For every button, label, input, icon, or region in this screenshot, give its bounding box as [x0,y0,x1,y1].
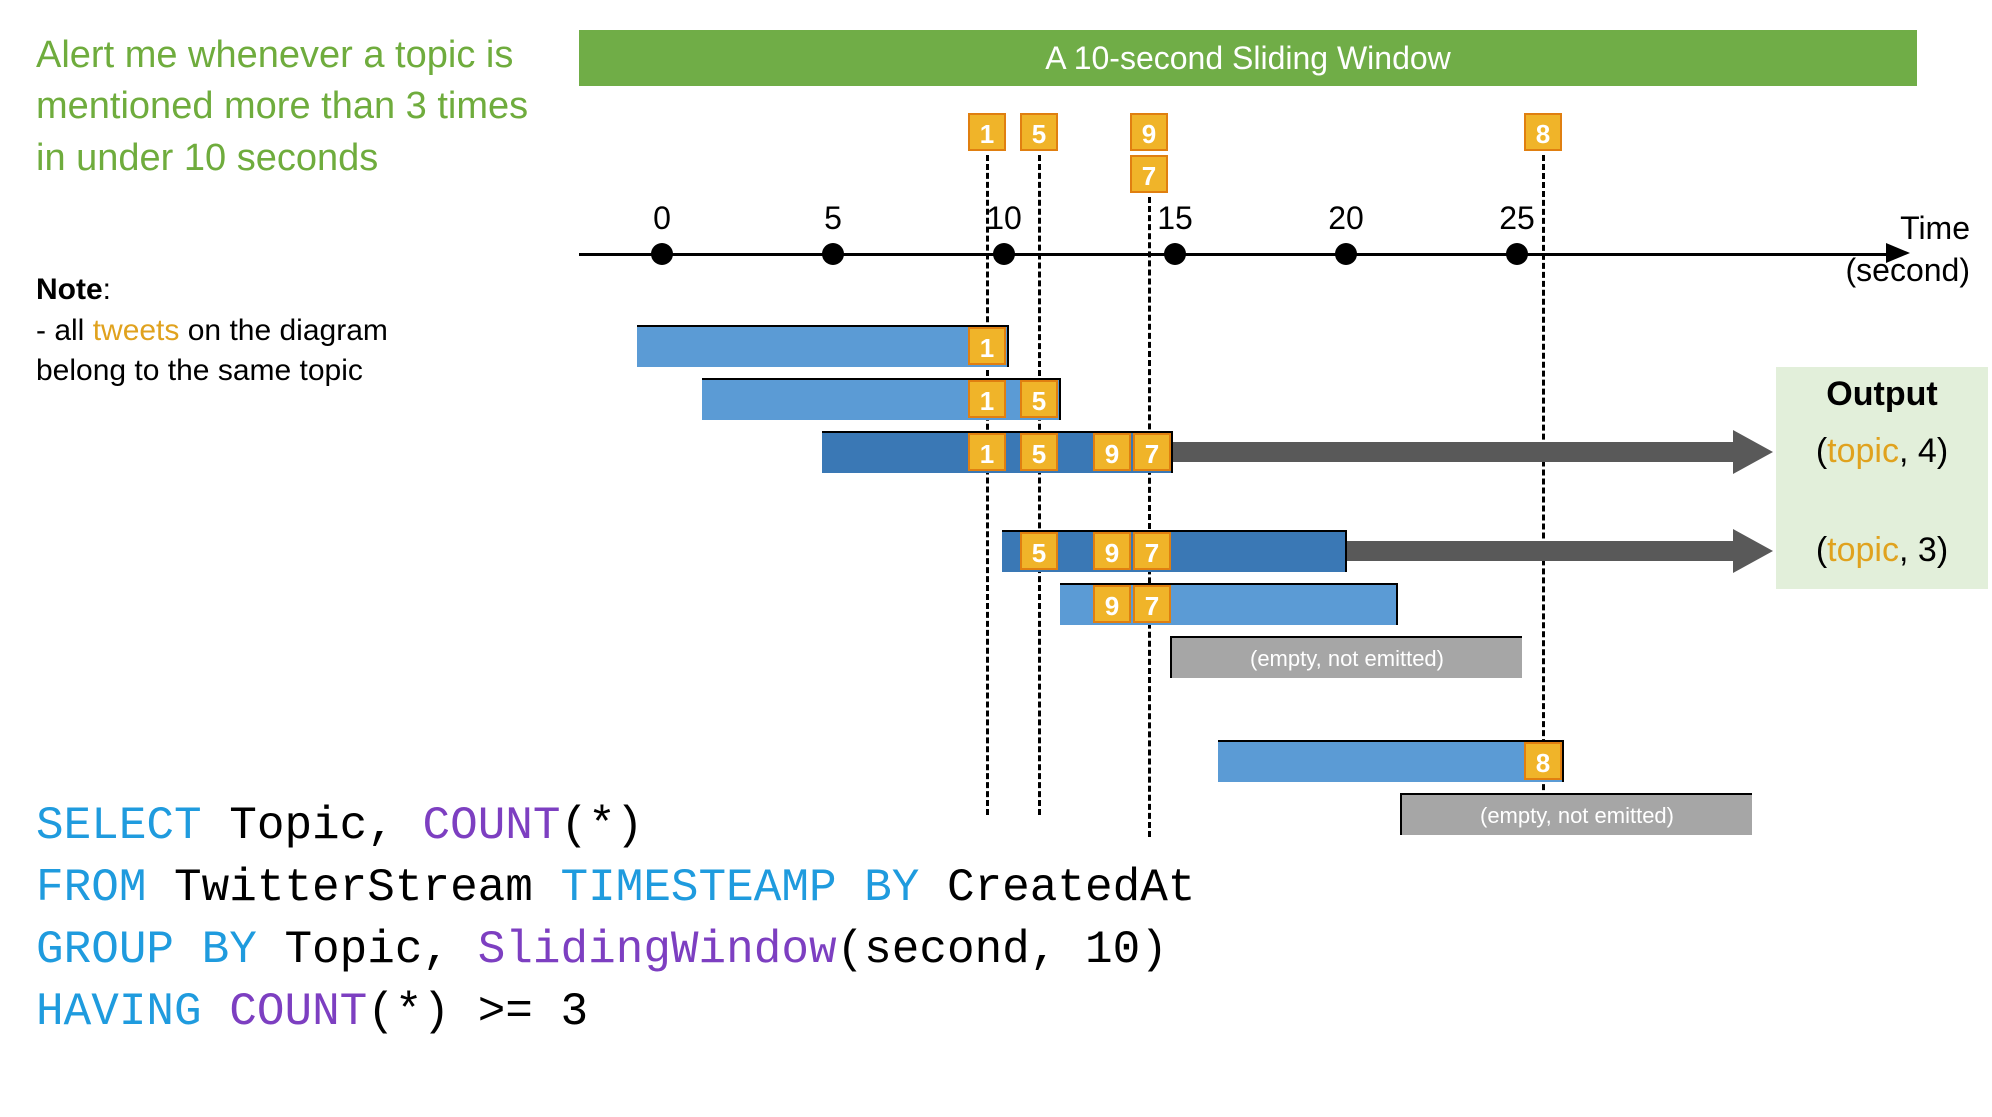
window-title-bar: A 10-second Sliding Window [579,30,1917,86]
tick-label-10: 10 [986,200,1022,237]
event-marker-9: 9 [1130,113,1168,151]
window3-cell-0: 1 [968,433,1006,471]
output-row-1-topic: topic [1827,432,1899,470]
window2-cell-0: 1 [968,380,1006,418]
window-bar-1 [637,325,1009,367]
window5-cell-1: 7 [1133,585,1171,623]
window-bar-7 [1218,740,1564,782]
window-bar-2 [702,378,1061,420]
output-arrow-1-head [1733,430,1773,474]
output-arrow-2-head [1733,529,1773,573]
note-colon: : [103,273,111,306]
output-row-2: (topic, 3) [1776,531,1988,570]
output-row-1: (topic, 4) [1776,432,1988,471]
tick-dot-0 [651,243,673,265]
note-label: Note [36,273,103,306]
tick-label-15: 15 [1157,200,1193,237]
time-axis-line [579,253,1889,256]
event-marker-5: 5 [1020,113,1058,151]
sql-having-kw: HAVING [36,986,202,1038]
sql-having-sp [202,986,230,1038]
guide-line-e5 [1038,155,1041,815]
window3-cell-3: 7 [1133,433,1171,471]
note-line2: belong to the same topic [36,354,363,387]
tick-dot-10 [993,243,1015,265]
time-axis-word: Time [1790,210,1970,247]
window7-cell-0: 8 [1524,742,1562,780]
sql-groupby-topic: Topic, [257,924,478,976]
sql-slidingwindow-args: (second, 10) [837,924,1168,976]
window3-cell-2: 9 [1093,433,1131,471]
sql-select-kw: SELECT [36,800,202,852]
window4-cell-2: 7 [1133,532,1171,570]
sql-count-args-1: (*) [561,800,644,852]
output-arrow-2-body [1347,541,1733,561]
sql-timestamp-col: CreatedAt [919,862,1195,914]
note-tweets-word: tweets [93,314,180,347]
tick-dot-25 [1506,243,1528,265]
time-axis-unit: (second) [1790,252,1970,289]
guide-line-e1 [986,155,989,815]
window-bar-6-empty: (empty, not emitted) [1170,636,1522,678]
output-row-1-count: 4 [1918,432,1937,470]
sql-count-kw-1: COUNT [422,800,560,852]
window3-cell-1: 5 [1020,433,1058,471]
note-line1-prefix: - all [36,314,93,347]
output-header: Output [1776,375,1988,414]
tick-label-5: 5 [824,200,842,237]
sql-select-topic: Topic, [202,800,423,852]
event-marker-8: 8 [1524,113,1562,151]
sql-slidingwindow-fn: SlidingWindow [478,924,837,976]
window2-cell-1: 5 [1020,380,1058,418]
output-arrow-1-body [1173,442,1733,462]
tick-dot-20 [1335,243,1357,265]
event-marker-1: 1 [968,113,1006,151]
tick-dot-15 [1164,243,1186,265]
sql-timestamp-kw: TIMESTEAMP BY [561,862,920,914]
guide-line-e8 [1542,155,1545,835]
note-block: Note: - all tweets on the diagram belong… [36,270,556,392]
sql-having-rest: (*) >= 3 [367,986,588,1038]
output-row-2-topic: topic [1827,531,1899,569]
tick-label-25: 25 [1499,200,1535,237]
event-marker-7: 7 [1130,155,1168,193]
guide-line-e97 [1148,197,1151,837]
tick-label-0: 0 [653,200,671,237]
sql-block: SELECT Topic, COUNT(*) FROM TwitterStrea… [36,795,1936,1043]
headline-text: Alert me whenever a topic is mentioned m… [36,30,536,184]
window5-cell-0: 9 [1093,585,1131,623]
window4-cell-1: 9 [1093,532,1131,570]
tick-label-20: 20 [1328,200,1364,237]
window1-cell-0: 1 [968,327,1006,365]
sql-groupby-kw: GROUP BY [36,924,257,976]
note-line1-after: on the diagram [179,314,387,347]
sql-count-kw-2: COUNT [229,986,367,1038]
sql-from-kw: FROM [36,862,146,914]
output-row-2-count: 3 [1918,531,1937,569]
window4-cell-0: 5 [1020,532,1058,570]
tick-dot-5 [822,243,844,265]
sql-from-stream: TwitterStream [146,862,560,914]
